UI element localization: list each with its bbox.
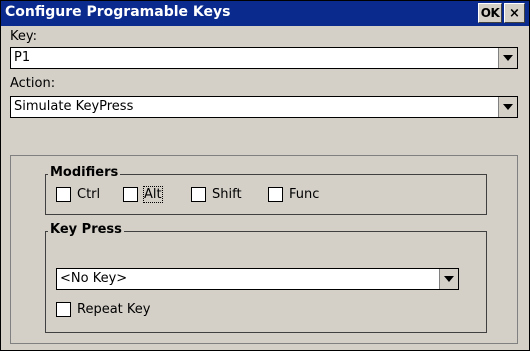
ok-button[interactable]: OK <box>478 3 502 23</box>
checkbox-box[interactable] <box>56 302 71 317</box>
checkbox-box[interactable] <box>268 187 283 202</box>
configure-keys-dialog: Configure Programable Keys OK × Key: P1 … <box>0 0 530 351</box>
alt-label: Alt <box>143 186 163 203</box>
close-button[interactable]: × <box>504 3 525 23</box>
key-press-group-title: Key Press <box>48 222 124 237</box>
repeat-key-label: Repeat Key <box>77 302 151 317</box>
ctrl-label: Ctrl <box>77 187 101 202</box>
checkbox-box[interactable] <box>56 187 71 202</box>
action-dropdown[interactable]: Simulate KeyPress <box>10 96 518 118</box>
chevron-down-icon <box>503 55 513 61</box>
chevron-down-icon <box>444 276 454 282</box>
action-dropdown-arrow[interactable] <box>498 97 517 117</box>
checkbox-box[interactable] <box>123 187 138 202</box>
action-settings-panel: Modifiers Ctrl Alt Shift Func Key Press … <box>10 155 518 344</box>
close-icon: × <box>509 5 520 21</box>
chevron-down-icon <box>503 104 513 110</box>
modifiers-group: Modifiers Ctrl Alt Shift Func <box>45 165 487 215</box>
key-press-dropdown-value: <No Key> <box>60 271 128 286</box>
alt-checkbox[interactable]: Alt <box>123 186 163 203</box>
checkbox-box[interactable] <box>191 187 206 202</box>
key-dropdown-value: P1 <box>14 50 31 65</box>
window-title: Configure Programable Keys <box>5 4 231 20</box>
key-label: Key: <box>10 29 38 44</box>
func-checkbox[interactable]: Func <box>268 187 319 202</box>
ctrl-checkbox[interactable]: Ctrl <box>56 187 100 202</box>
key-dropdown-arrow[interactable] <box>498 48 517 68</box>
key-dropdown[interactable]: P1 <box>10 47 518 69</box>
action-label: Action: <box>10 76 56 91</box>
action-dropdown-value: Simulate KeyPress <box>14 99 134 114</box>
repeat-key-checkbox[interactable]: Repeat Key <box>56 302 150 317</box>
func-label: Func <box>289 187 320 202</box>
title-bar: Configure Programable Keys OK × <box>1 1 529 26</box>
key-press-group: Key Press <No Key> Repeat Key <box>45 222 487 333</box>
shift-checkbox[interactable]: Shift <box>191 187 242 202</box>
key-press-dropdown[interactable]: <No Key> <box>56 268 459 290</box>
modifiers-group-title: Modifiers <box>48 165 121 180</box>
shift-label: Shift <box>212 187 242 202</box>
key-press-dropdown-arrow[interactable] <box>439 269 458 289</box>
